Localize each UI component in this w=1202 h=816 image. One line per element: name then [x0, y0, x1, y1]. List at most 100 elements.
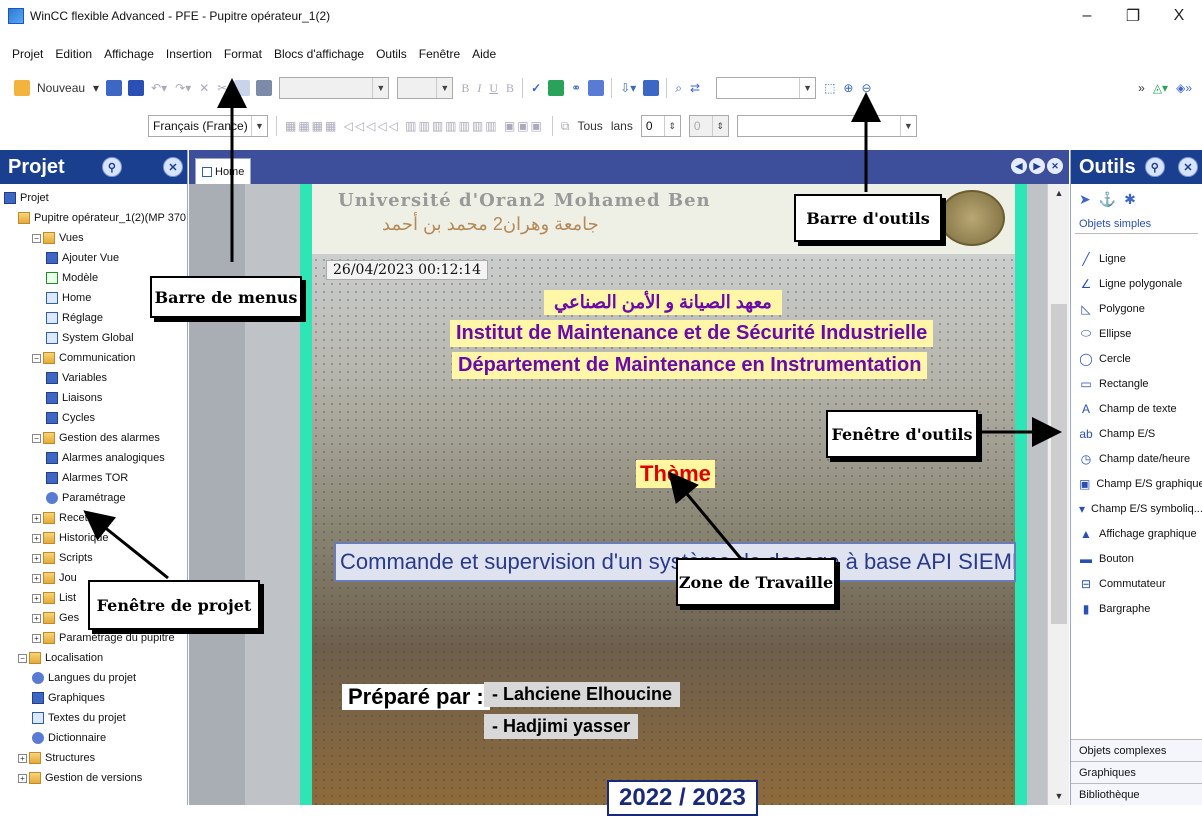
- author-2[interactable]: - Hadjimi yasser: [484, 714, 639, 739]
- tree-item[interactable]: + Historique: [4, 528, 187, 548]
- menu-outils[interactable]: Outils: [370, 47, 413, 61]
- expand-toggle-icon[interactable]: +: [18, 753, 27, 763]
- transfer-icon[interactable]: [588, 80, 605, 96]
- delete-icon[interactable]: ✕: [195, 81, 213, 95]
- group-icon[interactable]: ⧉: [557, 119, 574, 134]
- expand-toggle-icon[interactable]: +: [32, 553, 41, 563]
- tool-item[interactable]: ▭ Rectangle: [1071, 371, 1202, 396]
- tools-section-simple[interactable]: Objets simples: [1075, 214, 1198, 234]
- tool-item[interactable]: ab Champ E/S: [1071, 421, 1202, 446]
- institute-title[interactable]: Institut de Maintenance et de Sécurité I…: [450, 320, 934, 347]
- pin-icon[interactable]: ⚲: [101, 157, 122, 177]
- undo-icon[interactable]: ↶▾: [147, 81, 171, 95]
- close-panel-icon[interactable]: ✕: [163, 157, 183, 177]
- tree-item[interactable]: Dictionnaire: [4, 728, 187, 748]
- redo-icon[interactable]: ↷▾: [171, 81, 195, 95]
- tree-item[interactable]: + Paramétrage du pupitre: [4, 628, 187, 648]
- prepared-by-label[interactable]: Préparé par :: [342, 684, 490, 710]
- expand-toggle-icon[interactable]: +: [32, 513, 41, 523]
- tree-item[interactable]: + Scripts: [4, 548, 187, 568]
- tree-item[interactable]: + Gestion de versions: [4, 768, 187, 788]
- italic-icon[interactable]: I: [473, 81, 485, 96]
- tree-item[interactable]: Langues du projet: [4, 668, 187, 688]
- tree-item[interactable]: + Structures: [4, 748, 187, 768]
- toolbar-overflow-icon[interactable]: »: [1134, 81, 1149, 95]
- cut-icon[interactable]: ✂: [213, 81, 231, 95]
- section-bibliotheque[interactable]: Bibliothèque: [1071, 783, 1202, 805]
- expand-toggle-icon[interactable]: −: [32, 233, 41, 243]
- tab-home[interactable]: Home: [195, 158, 252, 184]
- expand-toggle-icon[interactable]: −: [32, 433, 41, 443]
- language-combo[interactable]: Français (France) ▼: [148, 115, 268, 137]
- tool-item[interactable]: ▾ Champ E/S symboliq...: [1071, 496, 1202, 521]
- tab-next-icon[interactable]: ▶: [1029, 158, 1045, 174]
- tree-item[interactable]: Variables: [4, 368, 187, 388]
- save-icon[interactable]: [128, 80, 145, 96]
- academic-year[interactable]: 2022 / 2023: [607, 780, 758, 816]
- tree-item[interactable]: Pupitre opérateur_1(2)(MP 370: [4, 208, 187, 228]
- menu-edition[interactable]: Edition: [49, 47, 98, 61]
- anchor-icon[interactable]: ⚓: [1099, 191, 1116, 208]
- scroll-up-icon[interactable]: ▲: [1048, 188, 1070, 198]
- tool-item[interactable]: ▲ Affichage graphique: [1071, 521, 1202, 546]
- strike-icon[interactable]: B: [502, 81, 518, 96]
- expand-toggle-icon[interactable]: +: [18, 773, 27, 783]
- section-graphiques[interactable]: Graphiques: [1071, 761, 1202, 783]
- subject-text[interactable]: Commande et supervision d'un système de …: [334, 542, 1016, 582]
- scroll-down-icon[interactable]: ▼: [1048, 791, 1070, 801]
- menu-format[interactable]: Format: [218, 47, 268, 61]
- download-icon[interactable]: ⇩▾: [616, 81, 640, 95]
- tool-item[interactable]: ◺ Polygone: [1071, 296, 1202, 321]
- menu-affichage[interactable]: Affichage: [98, 47, 160, 61]
- check-icon[interactable]: ✓: [527, 81, 545, 95]
- hmi-screen-home[interactable]: Université d'Oran2 Mohamed Ben جامعة وهر…: [300, 184, 1027, 816]
- layer-spin-2[interactable]: 0 ⇕: [688, 115, 729, 137]
- tree-item[interactable]: Liaisons: [4, 388, 187, 408]
- author-1[interactable]: - Lahciene Elhoucine: [484, 682, 681, 707]
- align-icons[interactable]: ▦▦▦▦ ◁◁◁◁◁ ▥▥▥▥▥▥▥ ▣▣▣: [281, 119, 548, 133]
- tree-item[interactable]: − Communication: [4, 348, 187, 368]
- object-combo[interactable]: ▼: [736, 115, 917, 137]
- expand-toggle-icon[interactable]: +: [32, 573, 41, 583]
- tree-item[interactable]: − Vues: [4, 228, 187, 248]
- bold-icon[interactable]: B: [457, 81, 473, 96]
- date-time-field[interactable]: 26/04/2023 00:12:14: [326, 260, 489, 280]
- expand-toggle-icon[interactable]: −: [18, 653, 27, 663]
- expand-toggle-icon[interactable]: −: [32, 353, 41, 363]
- layer-icon[interactable]: ◬▾: [1149, 81, 1172, 95]
- new-project-icon[interactable]: [14, 80, 30, 96]
- menu-insertion[interactable]: Insertion: [160, 47, 218, 61]
- tree-item[interactable]: + Recet: [4, 508, 187, 528]
- tree-item[interactable]: Paramétrage: [4, 488, 187, 508]
- close-button[interactable]: X: [1156, 0, 1202, 32]
- expand-toggle-icon[interactable]: +: [32, 613, 41, 623]
- tool-item[interactable]: ▣ Champ E/S graphique: [1071, 471, 1202, 496]
- new-button[interactable]: Nouveau: [33, 81, 89, 95]
- tool-item[interactable]: ◷ Champ date/heure: [1071, 446, 1202, 471]
- replace-icon[interactable]: ⇄: [686, 81, 704, 95]
- pin-icon[interactable]: ⚲: [1144, 157, 1165, 177]
- menu-fenetre[interactable]: Fenêtre: [413, 47, 466, 61]
- dropdown-arrow-icon[interactable]: ▾: [89, 81, 103, 95]
- tool-item[interactable]: ⊟ Commutateur: [1071, 571, 1202, 596]
- menu-aide[interactable]: Aide: [466, 47, 502, 61]
- tree-item[interactable]: Projet: [4, 188, 187, 208]
- copy-icon[interactable]: [234, 80, 251, 96]
- tab-close-icon[interactable]: ✕: [1047, 158, 1063, 174]
- library-icon[interactable]: ◈»: [1172, 81, 1196, 95]
- tree-item[interactable]: System Global: [4, 328, 187, 348]
- compile-icon[interactable]: [548, 80, 565, 96]
- expand-toggle-icon[interactable]: +: [32, 633, 41, 643]
- underline-icon[interactable]: U: [485, 81, 502, 96]
- tool-item[interactable]: ◯ Cercle: [1071, 346, 1202, 371]
- font-size-combo[interactable]: ▼: [397, 77, 454, 99]
- tool-item[interactable]: ╱ Ligne: [1071, 246, 1202, 271]
- vertical-scrollbar[interactable]: ▲ ▼: [1047, 184, 1069, 805]
- tree-item[interactable]: Cycles: [4, 408, 187, 428]
- tool-item[interactable]: ∠ Ligne polygonale: [1071, 271, 1202, 296]
- pointer-icon[interactable]: ➤: [1079, 191, 1091, 208]
- scroll-thumb[interactable]: [1051, 304, 1067, 624]
- binoculars-icon[interactable]: ⌕: [671, 81, 686, 96]
- runtime-icon[interactable]: [643, 80, 660, 96]
- layer-spin-1[interactable]: 0 ⇕: [640, 115, 681, 137]
